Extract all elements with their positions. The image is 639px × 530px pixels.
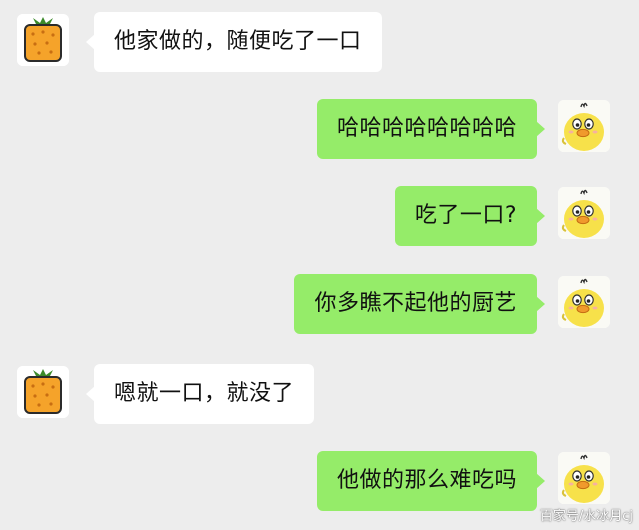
watermark: 百家号/水冰月cj [539, 509, 633, 524]
chat-window: 他家做的，随便吃了一口 哈哈哈哈哈哈哈哈 吃了一口? 你多瞧不起他的厨艺 嗯就一… [0, 0, 639, 530]
message-bubble-outgoing[interactable]: 吃了一口? [394, 186, 546, 246]
yellow-duck-icon[interactable] [558, 452, 610, 504]
yellow-duck-icon[interactable] [558, 100, 610, 152]
message-bubble-incoming[interactable]: 他家做的，随便吃了一口 [86, 12, 382, 72]
yellow-duck-icon[interactable] [558, 276, 610, 328]
message-bubble-outgoing[interactable]: 你多瞧不起他的厨艺 [294, 274, 545, 334]
orange-gift-box-icon[interactable] [17, 14, 69, 66]
yellow-duck-icon[interactable] [558, 187, 610, 239]
message-bubble-incoming[interactable]: 嗯就一口，就没了 [85, 364, 315, 424]
message-bubble-outgoing[interactable]: 他做的那么难吃吗 [316, 451, 546, 511]
orange-gift-box-icon[interactable] [17, 366, 69, 418]
message-bubble-outgoing[interactable]: 哈哈哈哈哈哈哈哈 [316, 99, 546, 159]
